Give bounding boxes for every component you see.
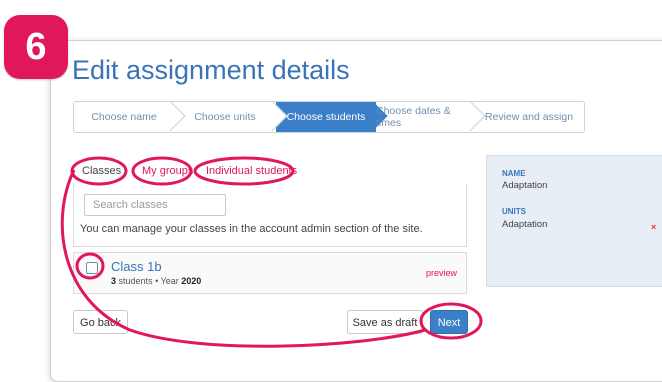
summary-name-label: NAME (502, 169, 526, 178)
meta-bullet: • (155, 276, 159, 286)
step-review-assign[interactable]: Review and assign (474, 102, 584, 132)
tab-my-groups[interactable]: My groups (138, 160, 197, 182)
step-label: Choose units (194, 111, 256, 123)
tab-individual-students[interactable]: Individual students (202, 160, 301, 182)
step-label: Review and assign (484, 111, 574, 123)
class-meta: 3 students • Year 2020 (111, 276, 201, 286)
year-label: Year (160, 276, 179, 286)
go-back-button[interactable]: Go back (73, 310, 128, 334)
search-classes-input[interactable] (84, 194, 226, 216)
step-number: 6 (25, 25, 47, 68)
class-name[interactable]: Class 1b (111, 259, 162, 274)
preview-link[interactable]: preview (426, 268, 457, 278)
student-count: 3 (111, 276, 117, 286)
close-icon[interactable]: × (651, 222, 656, 232)
step-choose-students[interactable]: Choose students (276, 102, 388, 132)
assignment-stepper: Choose name Choose units Choose students… (73, 101, 585, 133)
step-choose-name[interactable]: Choose name (74, 102, 186, 132)
save-draft-button[interactable]: Save as draft (347, 310, 423, 334)
step-choose-units[interactable]: Choose units (174, 102, 288, 132)
tab-classes[interactable]: Classes (78, 160, 125, 182)
assignment-summary-panel: NAME Adaptation UNITS Adaptation (486, 155, 662, 287)
step-choose-dates[interactable]: Choose dates & times (376, 102, 486, 132)
summary-units-value: Adaptation (502, 219, 548, 230)
summary-name-value: Adaptation (502, 180, 548, 191)
class-select-checkbox[interactable] (86, 262, 98, 274)
next-button[interactable]: Next (430, 310, 468, 334)
manage-classes-note: You can manage your classes in the accou… (80, 223, 423, 235)
step-label: Choose dates & times (376, 105, 451, 129)
students-label: students (118, 276, 153, 286)
step-label: Choose name (91, 111, 157, 123)
summary-units-label: UNITS (502, 207, 526, 216)
class-year: 2020 (181, 276, 202, 286)
page-title: Edit assignment details (72, 55, 350, 85)
step-badge: 6 (4, 15, 68, 79)
step-label: Choose students (286, 111, 366, 123)
